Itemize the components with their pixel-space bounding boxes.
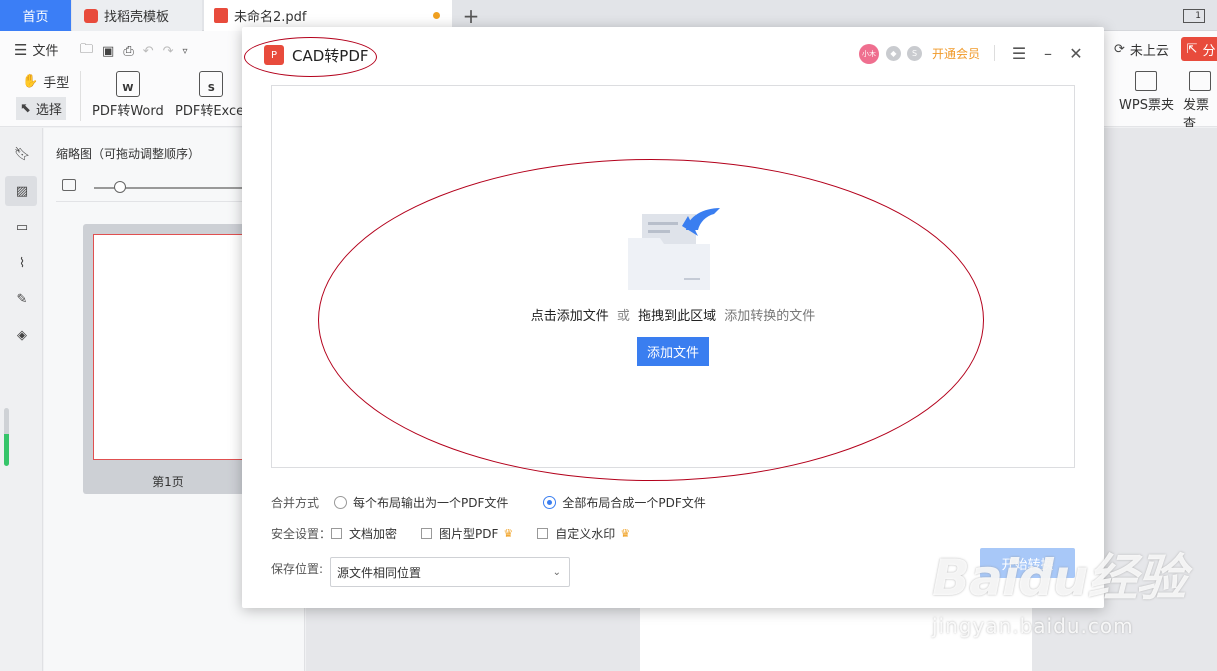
merge-all-label: 全部布局合成一个PDF文件 — [562, 496, 706, 510]
excel-icon-letter: S — [207, 83, 215, 94]
page-thumbnail-preview — [93, 234, 245, 460]
file-menu[interactable]: ☰ 文件 — [14, 40, 59, 60]
merge-per-layout-radio[interactable] — [334, 496, 348, 509]
encrypt-checkbox[interactable] — [331, 528, 343, 539]
new-tab-label: + — [462, 3, 480, 28]
menu-icon: ☰ — [14, 40, 28, 59]
save-icon[interactable]: ▣ — [102, 44, 114, 59]
merge-per-layout-label: 每个布局输出为一个PDF文件 — [353, 496, 509, 510]
baidu-watermark: Baidu经验 jingyan.baidu.com — [932, 538, 1217, 668]
select-tool-button[interactable]: ⬉ 选择 — [16, 97, 66, 120]
divider — [994, 45, 995, 61]
crown-icon: ♛ — [620, 527, 631, 540]
watermark-checkbox[interactable] — [537, 528, 549, 539]
watermark-sub: jingyan.baidu.com — [932, 614, 1134, 638]
tab-template[interactable]: 找稻壳模板 — [72, 0, 202, 31]
chevron-down-icon: ⌄ — [552, 567, 561, 578]
annotation-ellipse-dropzone — [318, 159, 984, 481]
print-icon[interactable]: ⎙ — [123, 44, 133, 59]
pdf-to-excel-button[interactable]: S PDF转Excel — [175, 71, 248, 119]
redo-icon[interactable]: ↷ — [163, 44, 174, 59]
invoice-check-icon — [1189, 71, 1211, 91]
quick-access: 🗀 ▣ ⎙ ↶ ↷ ▿ — [80, 40, 188, 62]
close-icon[interactable]: ✕ — [1065, 42, 1087, 64]
menu-icon[interactable]: ☰ — [1008, 42, 1030, 64]
crown-icon: ♛ — [503, 527, 514, 540]
open-membership-link[interactable]: 开通会员 — [932, 45, 980, 62]
watermark-label: 自定义水印 — [555, 527, 616, 541]
pdf-to-excel-label: PDF转Excel — [175, 104, 248, 119]
window-switch-button[interactable]: 1 — [1181, 0, 1207, 31]
comment-icon[interactable]: ▭ — [11, 216, 33, 238]
dropdown-icon[interactable]: ▿ — [183, 46, 188, 57]
watermark-main: Baidu经验 — [932, 549, 1186, 607]
page-thumbnail-label: 第1页 — [152, 475, 184, 489]
cloud-status[interactable]: ⟳ 未上云 — [1114, 40, 1169, 59]
pdf-to-word-label: PDF转Word — [92, 104, 164, 119]
save-location-value: 源文件相同位置 — [337, 565, 422, 580]
security-row: 安全设置： 文档加密 图片型PDF ♛ 自定义水印 ♛ — [271, 525, 630, 542]
image-pdf-checkbox[interactable] — [421, 528, 433, 539]
page-thumbnail[interactable]: 第1页 — [83, 224, 253, 494]
window-count-icon: 1 — [1183, 8, 1205, 23]
docer-logo-icon — [84, 8, 98, 23]
signature-icon[interactable]: ✎ — [11, 288, 33, 310]
pdf-to-word-button[interactable]: W PDF转Word — [92, 71, 164, 119]
merge-mode-row: 合并方式 每个布局输出为一个PDF文件 全部布局合成一个PDF文件 — [271, 494, 706, 511]
window-count: 1 — [1195, 10, 1201, 21]
bookmark-icon[interactable]: 🔖︎ — [11, 143, 33, 165]
unsaved-dot-icon — [433, 12, 440, 19]
save-location-label-row: 保存位置: — [271, 560, 323, 577]
pdf-to-word-icon: W — [115, 71, 140, 97]
hand-icon: ✋ — [22, 74, 39, 89]
share-label: 分 — [1202, 43, 1216, 59]
open-folder-icon[interactable]: 🗀 — [80, 40, 93, 62]
undo-icon[interactable]: ↶ — [143, 44, 154, 59]
save-location-select[interactable]: 源文件相同位置 ⌄ — [330, 557, 570, 587]
tab-template-label: 找稻壳模板 — [104, 10, 170, 25]
scroll-indicator[interactable] — [4, 408, 9, 466]
cloud-status-label: 未上云 — [1129, 44, 1169, 59]
file-menu-label: 文件 — [32, 44, 59, 59]
word-icon-letter: W — [122, 83, 134, 94]
avatar[interactable]: 小木 — [859, 44, 879, 64]
encrypt-label: 文档加密 — [349, 527, 398, 541]
zoom-slider-handle[interactable] — [114, 181, 126, 193]
thumbnail-title: 缩略图（可拖动调整顺序） — [56, 147, 201, 161]
cloud-sync-icon: ⟳ — [1114, 42, 1125, 57]
save-location-label: 保存位置: — [271, 562, 324, 576]
wps-invoice-button[interactable]: WPS票夹 — [1119, 71, 1174, 113]
avatar-text: 小木 — [862, 50, 876, 58]
security-label: 安全设置： — [271, 527, 332, 541]
select-tool-label: 选择 — [35, 103, 62, 118]
tab-document-label: 未命名2.pdf — [234, 10, 307, 25]
tab-home-label: 首页 — [22, 10, 49, 25]
image-icon — [62, 179, 76, 191]
annotation-ellipse-title — [244, 37, 377, 77]
thumbnail-icon[interactable]: ▨ — [11, 180, 33, 202]
invoice-check-button[interactable]: 发票查 — [1183, 71, 1217, 132]
merge-label: 合并方式 — [271, 496, 320, 510]
image-pdf-label: 图片型PDF — [439, 527, 499, 541]
divider — [80, 71, 81, 121]
minimize-icon[interactable]: – — [1037, 42, 1059, 64]
tab-home[interactable]: 首页 — [0, 0, 71, 31]
pdf-file-icon — [214, 8, 228, 23]
merge-all-radio[interactable] — [543, 496, 557, 509]
member-badge-icon: ◆ — [886, 46, 901, 61]
hand-tool-button[interactable]: ✋ 手型 — [22, 72, 69, 91]
left-sidebar: 🔖︎ ▨ ▭ ⌇ ✎ ◈ — [0, 128, 43, 671]
cursor-icon: ⬉ — [20, 101, 31, 116]
share-icon: ⇱ — [1186, 41, 1198, 57]
pdf-to-excel-icon: S — [199, 71, 224, 97]
hand-tool-label: 手型 — [43, 76, 70, 91]
attachment-icon[interactable]: ⌇ — [11, 252, 33, 274]
invoice-folder-icon — [1135, 71, 1158, 91]
share-button[interactable]: ⇱ 分 — [1181, 37, 1217, 61]
vip-badge-icon: S — [907, 46, 922, 61]
invoice-check-label: 发票查 — [1183, 98, 1210, 132]
wps-invoice-label: WPS票夹 — [1119, 98, 1174, 113]
layers-icon[interactable]: ◈ — [11, 324, 33, 346]
